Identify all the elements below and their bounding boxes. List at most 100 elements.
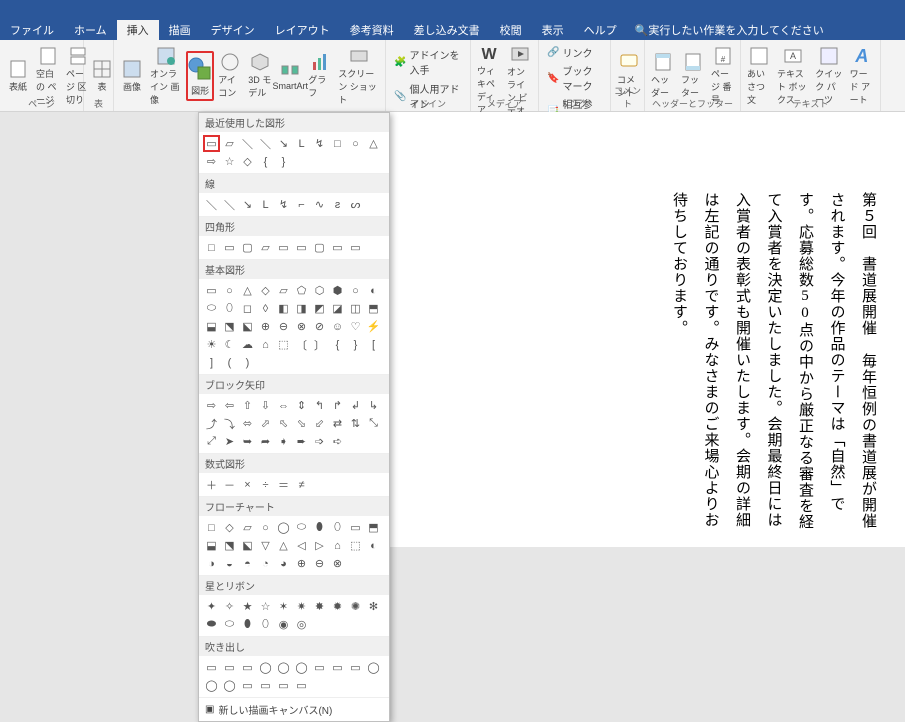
shape-item[interactable]: ⇅ — [347, 415, 364, 432]
shape-item[interactable]: ○ — [347, 282, 364, 299]
shape-item[interactable]: ◯ — [221, 677, 238, 694]
shape-item[interactable]: ✸ — [311, 598, 328, 615]
document-area[interactable]: 第５回 書道展開催 毎年恒例の書道展が開催されます。今年の作品のテーマは「自然」… — [390, 112, 905, 547]
menu-mailings[interactable]: 差し込み文書 — [404, 20, 490, 40]
shape-item[interactable]: ▭ — [347, 519, 364, 536]
shape-item[interactable]: ➨ — [293, 433, 310, 450]
online-picture-button[interactable]: オンライン 画像 — [148, 44, 184, 108]
shape-item[interactable]: ◕ — [275, 555, 292, 572]
shape-item[interactable]: ◊ — [257, 300, 274, 317]
shape-item[interactable]: ⊖ — [275, 318, 292, 335]
shape-item[interactable]: ▭ — [257, 677, 274, 694]
shape-item[interactable]: ➪ — [329, 433, 346, 450]
shape-item[interactable]: ▱ — [239, 519, 256, 536]
footer-button[interactable]: フッター — [679, 50, 707, 101]
shape-item[interactable]: ◐ — [365, 282, 382, 299]
shape-item[interactable]: ▱ — [257, 239, 274, 256]
shape-item[interactable]: ＋ — [203, 476, 220, 493]
shape-item[interactable]: ⇨ — [203, 153, 220, 170]
shape-item[interactable]: ⬭ — [293, 519, 310, 536]
shape-item[interactable]: } — [275, 153, 292, 170]
shape-item[interactable]: ▱ — [221, 135, 238, 152]
smartart-button[interactable]: SmartArt — [276, 58, 304, 93]
table-button[interactable]: 表 — [88, 57, 116, 95]
shape-item[interactable]: ⬄ — [239, 415, 256, 432]
shape-item[interactable]: ⇩ — [257, 397, 274, 414]
shape-item[interactable]: ＼ — [239, 135, 256, 152]
shape-item[interactable]: ≠ — [293, 476, 310, 493]
shapes-button[interactable]: 図形 — [186, 51, 214, 101]
shape-item[interactable]: ⤢ — [203, 433, 220, 450]
shape-item[interactable]: ＼ — [257, 135, 274, 152]
shape-item[interactable]: ◇ — [221, 519, 238, 536]
shape-item[interactable]: ▭ — [275, 677, 292, 694]
shape-item[interactable]: ⬯ — [257, 616, 274, 633]
shape-item[interactable]: { — [257, 153, 274, 170]
shape-item[interactable]: ⚡ — [365, 318, 382, 335]
shape-item[interactable]: ⤴ — [203, 415, 220, 432]
shape-item[interactable]: ÷ — [257, 476, 274, 493]
shape-item[interactable]: ◑ — [203, 555, 220, 572]
shape-item[interactable]: ☺ — [329, 318, 346, 335]
shape-item[interactable]: ↯ — [275, 196, 292, 213]
shape-item[interactable]: ◓ — [239, 555, 256, 572]
chart-button[interactable]: グラフ — [306, 50, 334, 101]
shape-item[interactable]: ↱ — [329, 397, 346, 414]
shape-item[interactable]: ➩ — [311, 433, 328, 450]
shape-item[interactable]: ⊗ — [329, 555, 346, 572]
shape-item[interactable]: [ — [365, 336, 382, 353]
shape-item[interactable]: □ — [329, 135, 346, 152]
shape-item[interactable]: L — [257, 196, 274, 213]
shape-item[interactable]: ⬔ — [221, 318, 238, 335]
document-body[interactable]: 第５回 書道展開催 毎年恒例の書道展が開催されます。今年の作品のテーマは「自然」… — [663, 192, 884, 532]
shape-item[interactable]: ⬁ — [275, 415, 292, 432]
shape-item[interactable]: ◉ — [275, 616, 292, 633]
shape-item[interactable]: 〔 — [293, 336, 310, 353]
shape-item[interactable]: ◔ — [257, 555, 274, 572]
shape-item[interactable]: ▭ — [329, 659, 346, 676]
shape-item[interactable]: ◩ — [311, 300, 328, 317]
shape-item[interactable]: ☾ — [221, 336, 238, 353]
shape-item[interactable]: ⬭ — [203, 300, 220, 317]
shape-item[interactable]: ⬡ — [311, 282, 328, 299]
shape-item[interactable]: ↘ — [275, 135, 292, 152]
shape-item[interactable]: △ — [275, 537, 292, 554]
shape-item[interactable]: ◨ — [293, 300, 310, 317]
menu-help[interactable]: ヘルプ — [574, 20, 627, 40]
shape-item[interactable]: ⬚ — [347, 537, 364, 554]
menu-review[interactable]: 校閲 — [490, 20, 532, 40]
shape-item[interactable]: □ — [203, 519, 220, 536]
shape-item[interactable]: ▭ — [293, 239, 310, 256]
shape-item[interactable]: ◇ — [239, 153, 256, 170]
shape-item[interactable]: ✷ — [293, 598, 310, 615]
shape-item[interactable]: ⤡ — [365, 415, 382, 432]
shape-item[interactable]: ◐ — [365, 537, 382, 554]
menu-draw[interactable]: 描画 — [159, 20, 201, 40]
shape-item[interactable]: － — [221, 476, 238, 493]
shape-item[interactable]: ▭ — [239, 677, 256, 694]
shape-item[interactable]: ▢ — [239, 239, 256, 256]
shape-item[interactable]: ↲ — [347, 397, 364, 414]
shape-item[interactable]: ➧ — [275, 433, 292, 450]
shape-item[interactable]: ▭ — [203, 135, 220, 152]
new-canvas-button[interactable]: ▣新しい描画キャンバス(N) — [199, 698, 389, 721]
shape-item[interactable]: ᔕ — [347, 196, 364, 213]
tell-me[interactable]: 🔍 実行したい作業を入力してください — [635, 22, 824, 38]
shape-item[interactable]: ⬚ — [275, 336, 292, 353]
shape-item[interactable]: ⤵ — [221, 415, 238, 432]
shape-item[interactable]: ◯ — [257, 659, 274, 676]
shape-item[interactable]: ◯ — [275, 659, 292, 676]
shape-item[interactable]: ◇ — [257, 282, 274, 299]
shape-item[interactable]: ⬂ — [293, 415, 310, 432]
shape-item[interactable]: ✧ — [221, 598, 238, 615]
shape-item[interactable]: △ — [365, 135, 382, 152]
shape-item[interactable]: ◁ — [293, 537, 310, 554]
shape-item[interactable]: ◧ — [275, 300, 292, 317]
shape-item[interactable]: ◯ — [203, 677, 220, 694]
shape-item[interactable]: ⌐ — [293, 196, 310, 213]
shape-item[interactable]: ♡ — [347, 318, 364, 335]
shape-item[interactable]: ƨ — [329, 196, 346, 213]
shape-item[interactable]: ⊕ — [257, 318, 274, 335]
shape-item[interactable]: ⬬ — [203, 616, 220, 633]
shape-item[interactable]: ✶ — [275, 598, 292, 615]
